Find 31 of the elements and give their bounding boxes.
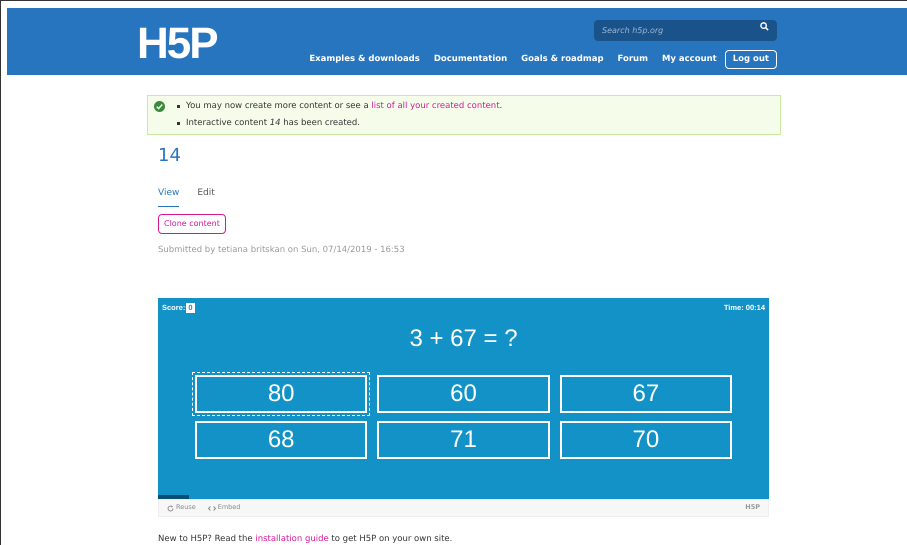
submitted-text: Submitted by tetiana britskan on Sun, 07/14/2019 - 16:53 <box>158 244 406 256</box>
page-title: 14 <box>158 144 182 167</box>
bullet-icon <box>177 122 180 125</box>
text-link[interactable]: list of all your created content <box>371 101 500 111</box>
search-icon[interactable] <box>760 22 769 31</box>
message-text: You may now create more content or see a list of all your created content. <box>186 100 502 113</box>
nav-link[interactable]: Forum <box>618 53 648 66</box>
nav-link[interactable]: Goals & roadmap <box>521 53 604 66</box>
footer-text: New to H5P? Read the installation guide to get H5P on your own site. <box>158 533 454 545</box>
tab[interactable]: Edit <box>197 187 215 206</box>
bullet-icon <box>177 104 180 108</box>
answer-button[interactable]: 67 <box>560 374 732 412</box>
check-circle-icon <box>154 101 165 112</box>
answer-button[interactable]: 80 <box>195 374 368 412</box>
message-text: Interactive content 14 has been created. <box>186 116 360 130</box>
answer-button[interactable]: 70 <box>560 420 732 458</box>
clone-content-button[interactable]: Clone content <box>158 214 226 234</box>
text-link[interactable]: installation guide <box>255 534 329 544</box>
nav-link[interactable]: Documentation <box>434 53 508 66</box>
site-logo[interactable]: H5P <box>137 22 217 75</box>
logout-button[interactable]: Log out <box>724 50 777 69</box>
answer-button[interactable]: 60 <box>377 374 550 412</box>
nav-link[interactable]: Examples & downloads <box>309 53 420 66</box>
refresh-icon <box>167 504 174 512</box>
answer-button[interactable]: 68 <box>195 420 368 458</box>
tab[interactable]: View <box>158 187 180 206</box>
question-text: 3 + 67 = ? <box>408 324 519 354</box>
nav-link[interactable]: My account <box>662 53 717 66</box>
search-field[interactable]: Search h5p.org <box>594 20 777 41</box>
answer-button[interactable]: 71 <box>377 420 550 458</box>
code-icon <box>208 506 216 511</box>
